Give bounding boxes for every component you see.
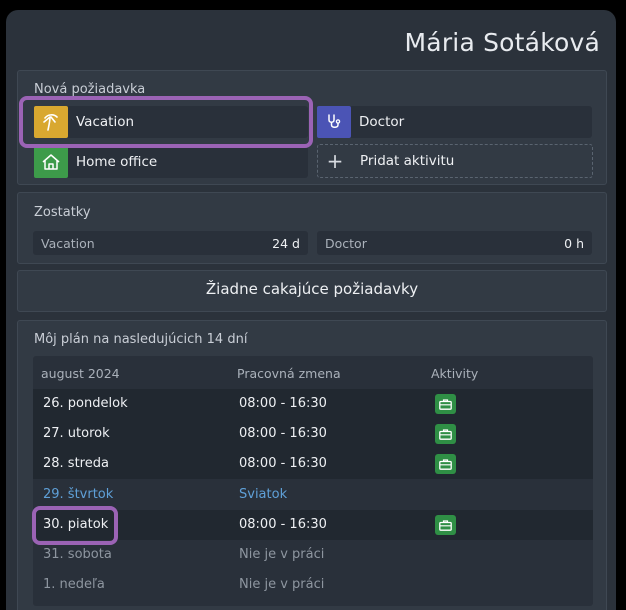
balance-vacation-value: 24 d [272,235,300,251]
briefcase-icon[interactable] [435,394,456,414]
table-row: 29. štvrtok Sviatok [33,480,593,510]
briefcase-icon[interactable] [435,424,456,444]
row-day: 1. nedeľa [43,577,105,592]
balance-vacation: Vacation 24 d [33,231,308,255]
pending-requests-text: Žiadne cakajúce požiadavky [205,280,419,298]
plan-title: Môj plán na nasledujúcich 14 dní [34,332,248,347]
column-header-month: august 2024 [41,366,120,381]
row-shift: Sviatok [239,487,288,502]
vacation-highlight [19,96,313,148]
user-name: Mária Sotáková [404,28,600,57]
column-header-activities: Aktivity [431,366,479,381]
row-shift: 08:00 - 16:30 [239,396,327,411]
balance-vacation-label: Vacation [41,235,95,251]
activity-doctor-button[interactable]: Doctor [317,106,592,138]
row-day: 28. streda [43,456,109,471]
table-row: 31. sobota Nie je v práci [33,540,593,570]
table-row: 26. pondelok 08:00 - 16:30 [33,389,593,419]
row-day: 29. štvrtok [43,487,114,502]
balances-card: Zostatky Vacation 24 d Doctor 0 h [17,192,607,264]
briefcase-icon[interactable] [435,515,456,535]
add-activity-label: Pridat aktivitu [360,153,455,169]
plus-icon: + [326,149,344,173]
row-day: 26. pondelok [43,396,128,411]
row-shift: 08:00 - 16:30 [239,517,327,532]
table-row: 28. streda 08:00 - 16:30 [33,449,593,479]
activity-home-office-label: Home office [76,154,158,170]
table-row: 1. nedeľa Nie je v práci [33,570,593,600]
house-icon [34,146,68,178]
activity-doctor-label: Doctor [359,114,405,130]
app-window: Mária Sotáková Nová požiadavka Vacation … [6,10,616,610]
activity-home-office-button[interactable]: Home office [34,146,308,178]
balance-doctor-value: 0 h [564,235,584,251]
new-request-title: Nová požiadavka [34,82,146,97]
pending-requests-card: Žiadne cakajúce požiadavky [17,270,607,312]
table-row: 27. utorok 08:00 - 16:30 [33,419,593,449]
balance-doctor-label: Doctor [325,235,367,251]
row-day: 31. sobota [43,547,112,562]
briefcase-icon[interactable] [435,454,456,474]
plan-card: Môj plán na nasledujúcich 14 dní august … [17,320,607,610]
balances-title: Zostatky [34,205,91,220]
stethoscope-icon [317,106,351,138]
row-shift: 08:00 - 16:30 [239,456,327,471]
row-shift: 08:00 - 16:30 [239,426,327,441]
row-shift: Nie je v práci [239,547,325,562]
column-header-shift: Pracovná zmena [237,366,341,381]
add-activity-button[interactable]: + Pridat aktivitu [317,144,593,178]
balance-doctor: Doctor 0 h [317,231,592,255]
row-shift: Nie je v práci [239,577,325,592]
row-day: 27. utorok [43,426,110,441]
friday-highlight [32,506,118,545]
plan-table: august 2024 Pracovná zmena Aktivity 26. … [33,356,593,606]
